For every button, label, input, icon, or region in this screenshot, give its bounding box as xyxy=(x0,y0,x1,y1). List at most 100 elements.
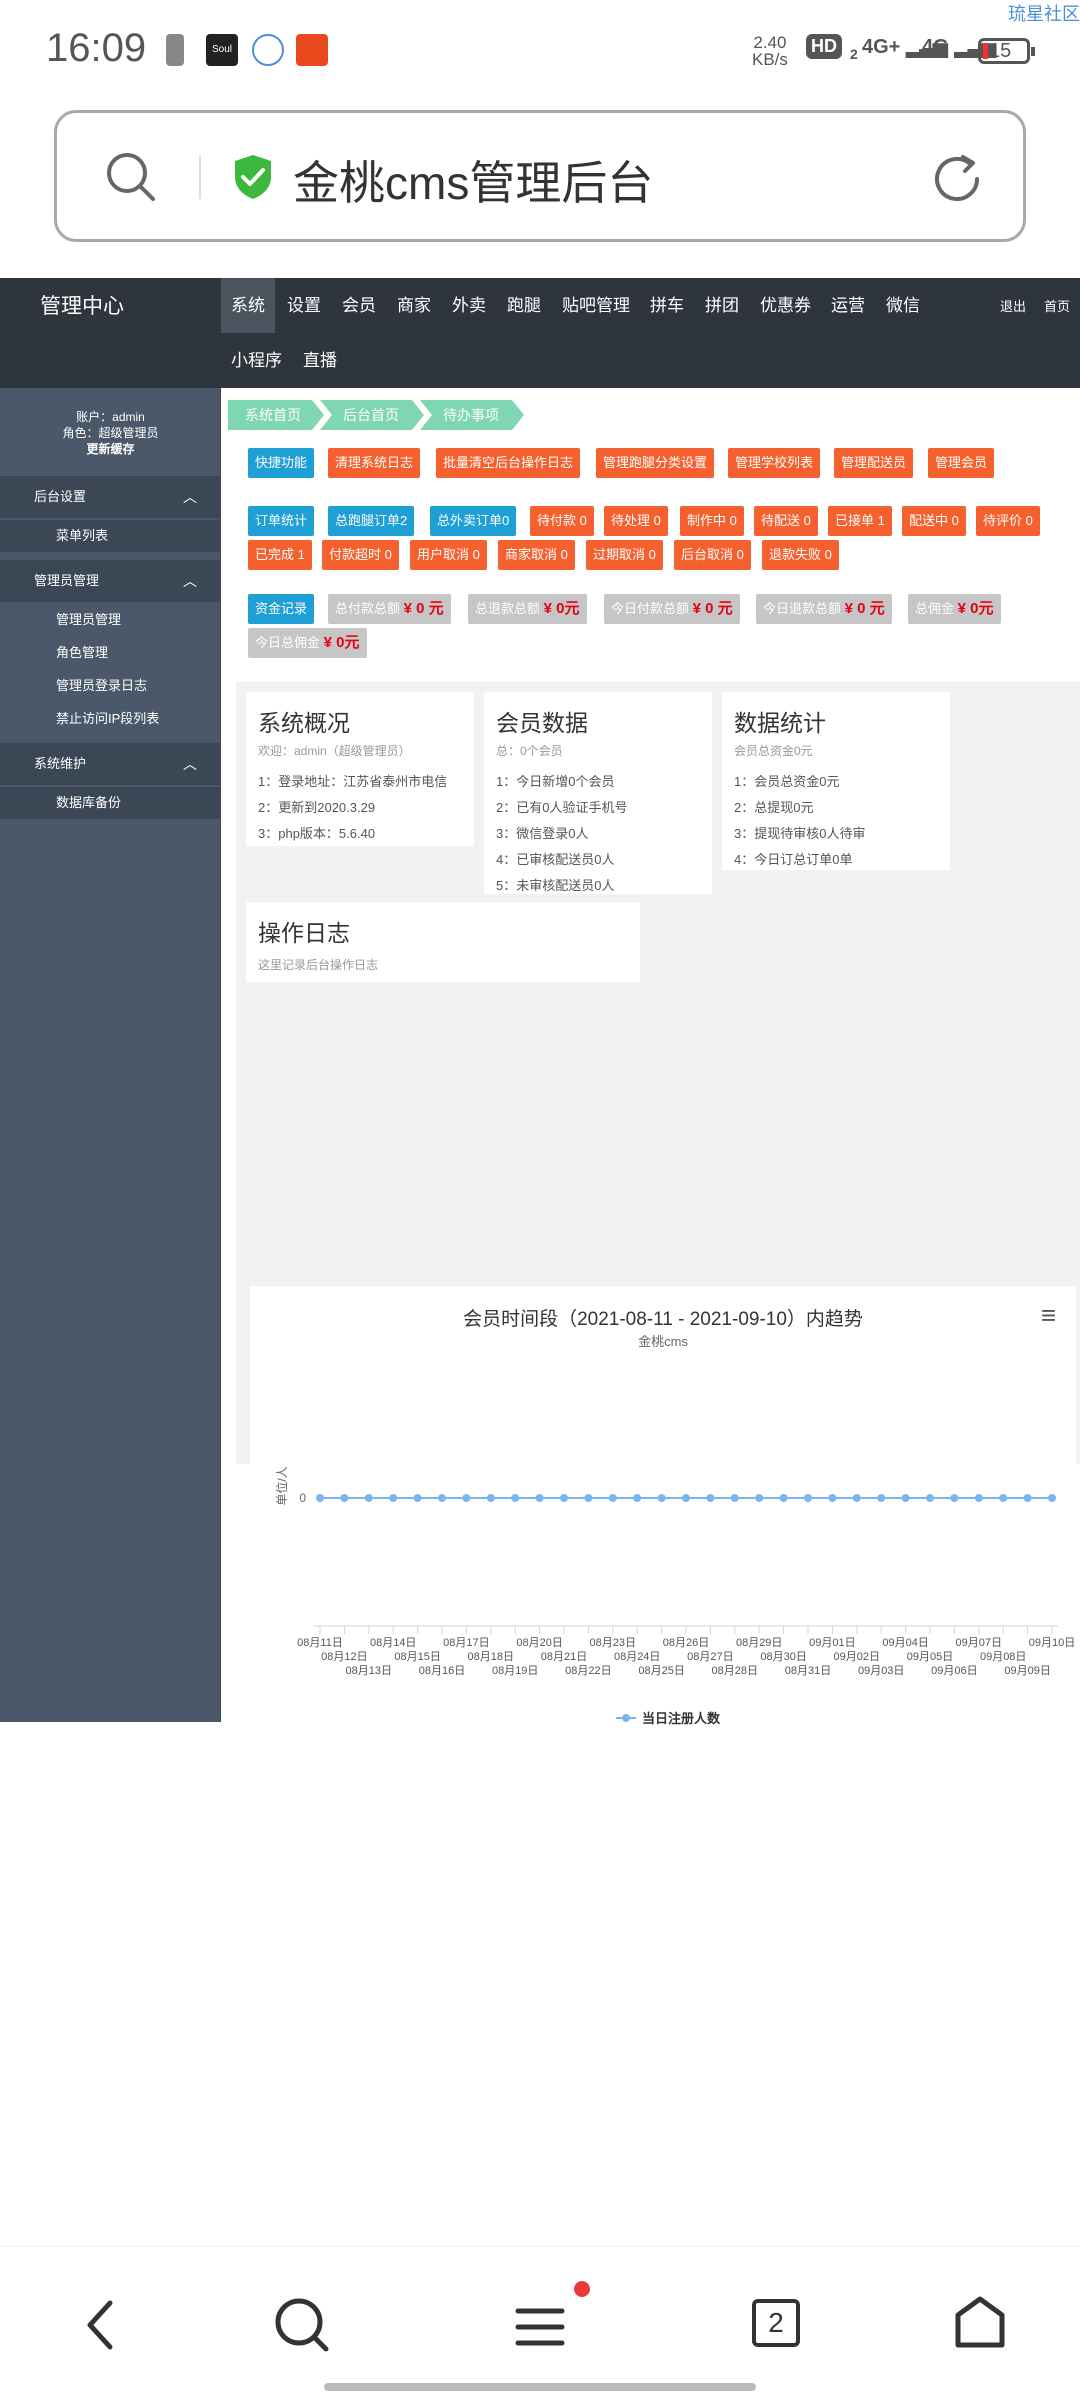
search-icon[interactable] xyxy=(272,2295,332,2355)
clear-system-log-button[interactable]: 清理系统日志 xyxy=(328,448,421,478)
nav-group-buy[interactable]: 拼团 xyxy=(695,278,749,333)
corner-link[interactable]: 琉星社区 xyxy=(1008,0,1080,26)
x-tick-label: 09月04日 xyxy=(882,1637,928,1649)
menu-icon[interactable] xyxy=(510,2297,570,2357)
chevron-up-icon: ︿ xyxy=(183,573,197,589)
data-point xyxy=(438,1494,446,1502)
x-tick-label: 08月12日 xyxy=(321,1651,367,1663)
breadcrumb-backend-home[interactable]: 后台首页 xyxy=(326,400,416,430)
completed-button[interactable]: 已完成 1 xyxy=(248,540,312,570)
in-production-button[interactable]: 制作中 0 xyxy=(680,506,744,536)
nav-wechat[interactable]: 微信 xyxy=(876,278,930,333)
total-refund-badge: 总退款总额 ¥ 0元 xyxy=(468,594,587,624)
home-icon[interactable] xyxy=(952,2293,1008,2353)
finance-records-label[interactable]: 资金记录 xyxy=(248,594,315,624)
sidebar-item-role-management[interactable]: 角色管理 xyxy=(0,637,221,669)
legend-label: 当日注册人数 xyxy=(642,1711,721,1726)
manage-members-button[interactable]: 管理会员 xyxy=(928,448,995,478)
sidebar-item-database-backup[interactable]: 数据库备份 xyxy=(0,787,221,819)
breadcrumb-todo[interactable]: 待办事项 xyxy=(426,400,516,430)
x-tick-label: 08月27日 xyxy=(687,1651,733,1663)
x-tick-label: 08月25日 xyxy=(638,1665,684,1677)
order-stats-label[interactable]: 订单统计 xyxy=(248,506,315,536)
sidebar-item-menu-list[interactable]: 菜单列表 xyxy=(0,520,221,552)
nav-carpool[interactable]: 拼车 xyxy=(640,278,694,333)
pending-delivery-button[interactable]: 待配送 0 xyxy=(754,506,818,536)
nav-system[interactable]: 系统 xyxy=(221,278,275,333)
school-list-button[interactable]: 管理学校列表 xyxy=(728,448,821,478)
delivering-button[interactable]: 配送中 0 xyxy=(902,506,966,536)
total-errand-orders-button[interactable]: 总跑腿订单2 xyxy=(328,506,415,536)
nav-errand[interactable]: 跑腿 xyxy=(497,278,551,333)
sidebar-item-admin-management[interactable]: 管理员管理 xyxy=(0,604,221,636)
today-commission-badge: 今日总佣金 ¥ 0元 xyxy=(248,628,367,658)
logout-link[interactable]: 退出 xyxy=(1000,296,1026,315)
account-box: 账户：admin 角色：超级管理员 更新缓存 xyxy=(0,388,221,468)
pending-review-button[interactable]: 待评价 0 xyxy=(976,506,1040,536)
x-tick-label: 08月13日 xyxy=(346,1665,392,1677)
x-tick-label: 08月18日 xyxy=(468,1651,514,1663)
x-tick-label: 08月16日 xyxy=(419,1665,465,1677)
sidebar-section-backend-settings[interactable]: 后台设置 ︿ xyxy=(0,476,221,518)
nav-miniprogram[interactable]: 小程序 xyxy=(221,333,292,388)
card-title: 操作日志 xyxy=(258,920,350,946)
card-line: 2：更新到2020.3.29 xyxy=(258,800,376,815)
errand-category-button[interactable]: 管理跑腿分类设置 xyxy=(596,448,715,478)
nav-operations[interactable]: 运营 xyxy=(821,278,875,333)
admin-cancelled-button[interactable]: 后台取消 0 xyxy=(674,540,751,570)
card-subtitle: 欢迎：admin（超级管理员） xyxy=(258,744,411,758)
x-tick-label: 08月21日 xyxy=(541,1651,587,1663)
search-icon[interactable] xyxy=(103,149,161,207)
shield-check-icon xyxy=(235,155,271,199)
card-line: 4：今日订总订单0单 xyxy=(734,852,853,867)
x-tick-label: 09月06日 xyxy=(931,1665,977,1677)
merchant-cancelled-button[interactable]: 商家取消 0 xyxy=(498,540,575,570)
sidebar-item-ip-block-list[interactable]: 禁止访问IP段列表 xyxy=(0,703,221,735)
sidebar-item-admin-login-log[interactable]: 管理员登录日志 xyxy=(0,670,221,702)
x-tick-label: 09月07日 xyxy=(956,1637,1002,1649)
data-point xyxy=(804,1494,812,1502)
sidebar-section-system-maintenance[interactable]: 系统维护 ︿ xyxy=(0,743,221,785)
data-point xyxy=(462,1494,471,1502)
total-takeout-orders-button[interactable]: 总外卖订单0 xyxy=(430,506,517,536)
clear-admin-log-button[interactable]: 批量清空后台操作日志 xyxy=(436,448,581,478)
nav-settings[interactable]: 设置 xyxy=(277,278,331,333)
quick-functions-label[interactable]: 快捷功能 xyxy=(248,448,315,478)
nav-live[interactable]: 直播 xyxy=(293,333,347,388)
manage-couriers-button[interactable]: 管理配送员 xyxy=(834,448,914,478)
x-tick-label: 08月26日 xyxy=(663,1637,709,1649)
payment-timeout-button[interactable]: 付款超时 0 xyxy=(322,540,399,570)
accepted-button[interactable]: 已接单 1 xyxy=(828,506,892,536)
reload-icon[interactable] xyxy=(929,149,989,209)
refund-failed-button[interactable]: 退款失败 0 xyxy=(762,540,839,570)
data-point xyxy=(1048,1494,1056,1502)
back-icon[interactable] xyxy=(78,2297,126,2353)
nav-takeout[interactable]: 外卖 xyxy=(442,278,496,333)
url-bar[interactable]: 金桃cms管理后台 xyxy=(54,110,1026,242)
nav-merchants[interactable]: 商家 xyxy=(387,278,441,333)
user-cancelled-button[interactable]: 用户取消 0 xyxy=(410,540,487,570)
legend-marker xyxy=(622,1714,630,1722)
operation-log-card: 操作日志 这里记录后台操作日志 xyxy=(246,902,640,982)
sidebar-section-admin-management[interactable]: 管理员管理 ︿ xyxy=(0,560,221,602)
home-link[interactable]: 首页 xyxy=(1044,296,1070,315)
data-point xyxy=(926,1494,934,1502)
card-title: 系统概况 xyxy=(258,710,350,736)
x-tick-label: 09月05日 xyxy=(907,1651,953,1663)
shop-app-icon xyxy=(296,34,328,66)
trend-chart-card: 会员时间段（2021-08-11 - 2021-09-10）内趋势 金桃cms … xyxy=(250,1286,1076,1746)
chevron-up-icon: ︿ xyxy=(183,756,197,772)
url-divider xyxy=(199,155,201,199)
data-point xyxy=(730,1494,739,1502)
pending-process-button[interactable]: 待处理 0 xyxy=(604,506,668,536)
tabs-button[interactable]: 2 xyxy=(752,2299,800,2347)
data-point xyxy=(755,1494,764,1502)
clear-cache-link[interactable]: 更新缓存 xyxy=(0,441,221,457)
breadcrumb-system-home[interactable]: 系统首页 xyxy=(228,400,318,430)
expired-cancelled-button[interactable]: 过期取消 0 xyxy=(586,540,663,570)
nav-members[interactable]: 会员 xyxy=(332,278,386,333)
dashboard-area: 系统概况 欢迎：admin（超级管理员） 1：登录地址：江苏省泰州市电信 2：更… xyxy=(236,682,1080,1746)
pending-payment-button[interactable]: 待付款 0 xyxy=(530,506,594,536)
nav-coupons[interactable]: 优惠券 xyxy=(750,278,821,333)
nav-forum[interactable]: 贴吧管理 xyxy=(552,278,640,333)
